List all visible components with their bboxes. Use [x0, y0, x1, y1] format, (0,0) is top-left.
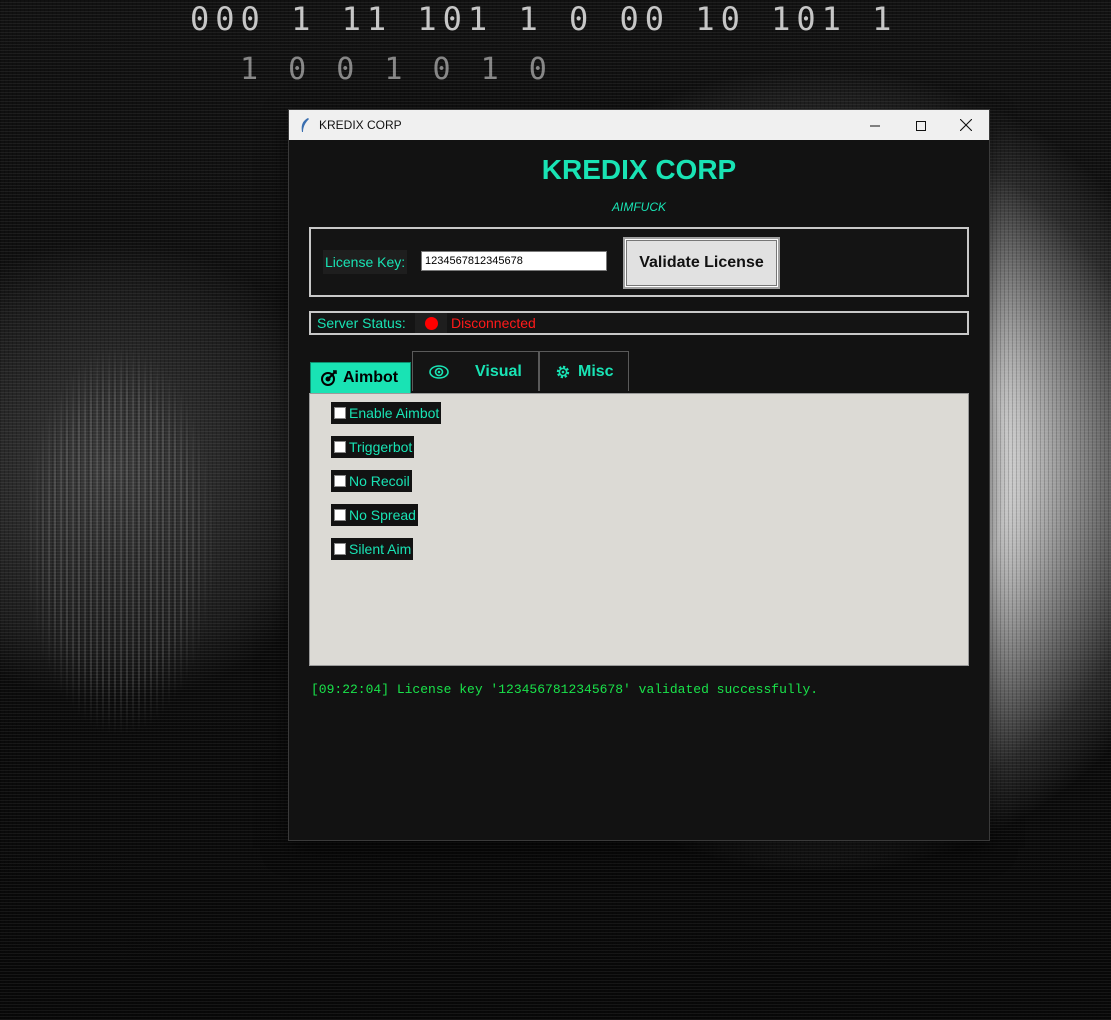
window-content: KREDIX CORP AIMFUCK License Key: Validat… [289, 140, 989, 840]
checkbox-label: Silent Aim [349, 541, 412, 557]
server-status-text: Disconnected [451, 315, 536, 331]
checkbox-box [334, 509, 346, 521]
page-subtitle: AIMFUCK [612, 200, 666, 214]
silent-aim-checkbox[interactable]: Silent Aim [331, 538, 414, 560]
close-button[interactable] [943, 110, 989, 140]
status-dot-icon [424, 316, 438, 330]
close-icon [959, 116, 973, 135]
checkbox-label: Enable Aimbot [349, 405, 440, 421]
checkbox-label: No Spread [349, 507, 416, 523]
tab-label: Misc [578, 362, 614, 380]
tab-label: Aimbot [343, 369, 399, 386]
feather-icon [297, 117, 313, 133]
title-bar[interactable]: KREDIX CORP [289, 110, 989, 140]
license-key-input[interactable] [421, 251, 607, 271]
no-recoil-checkbox[interactable]: No Recoil [331, 470, 412, 492]
wallpaper-binary-row: 1 0 0 1 0 1 0 [240, 52, 553, 87]
eye-icon [429, 364, 449, 380]
app-window: KREDIX CORP KREDIX CORP AIMFUCK License … [289, 110, 989, 840]
minimize-button[interactable] [852, 110, 898, 140]
server-status-label: Server Status: [317, 315, 406, 331]
maximize-button[interactable] [898, 110, 944, 140]
checkbox-box [334, 475, 346, 487]
target-icon [321, 370, 337, 386]
maximize-icon [916, 116, 926, 135]
aimbot-tab-panel: Enable Aimbot Triggerbot No Recoil No Sp… [309, 393, 969, 666]
tab-misc[interactable]: Misc [539, 351, 629, 391]
log-line: [09:22:04] License key '1234567812345678… [311, 682, 819, 697]
log-output[interactable]: [09:22:04] License key '1234567812345678… [309, 676, 969, 836]
gear-icon [554, 363, 572, 381]
minimize-icon [870, 116, 880, 135]
license-frame: License Key: Validate License [309, 227, 969, 297]
server-status-frame: Server Status: Disconnected [309, 311, 969, 335]
triggerbot-checkbox[interactable]: Triggerbot [331, 436, 415, 458]
checkbox-label: No Recoil [349, 473, 410, 489]
no-spread-checkbox[interactable]: No Spread [331, 504, 418, 526]
validate-license-button[interactable]: Validate License [623, 237, 780, 289]
checkbox-box [334, 441, 346, 453]
tab-label: Visual [475, 362, 522, 380]
license-key-label: License Key: [323, 250, 408, 274]
tab-aimbot[interactable]: Aimbot [310, 362, 411, 394]
page-title: KREDIX CORP [541, 154, 737, 185]
window-title: KREDIX CORP [319, 118, 402, 132]
enable-aimbot-checkbox[interactable]: Enable Aimbot [331, 402, 442, 424]
wallpaper-binary-row: 000 1 11 101 1 0 00 10 101 1 [190, 0, 898, 38]
checkbox-label: Triggerbot [349, 439, 413, 455]
checkbox-box [334, 543, 346, 555]
status-indicator [415, 313, 447, 333]
checkbox-box [334, 407, 346, 419]
tab-visual[interactable]: Visual [412, 351, 539, 391]
